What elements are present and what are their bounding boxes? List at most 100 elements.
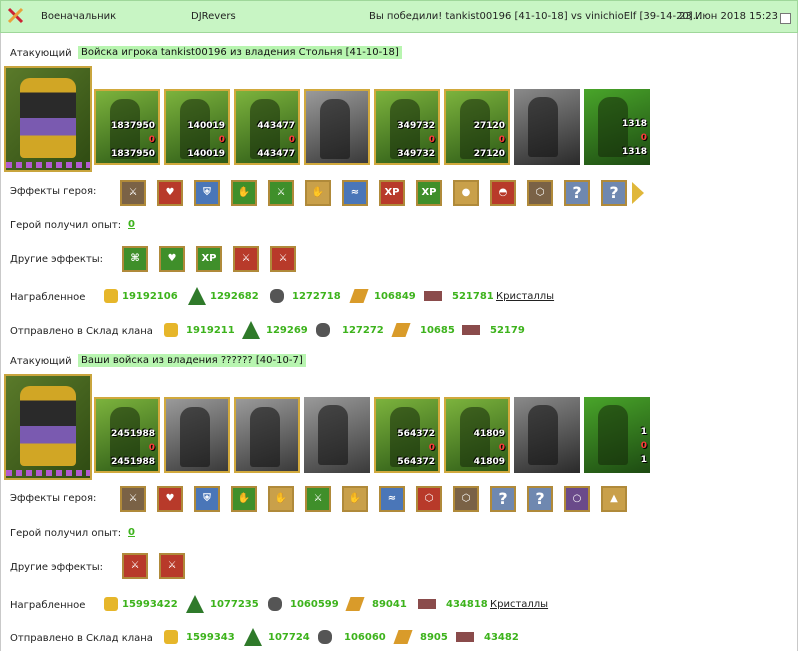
griffin-unit-icon: [320, 99, 350, 159]
effect-10[interactable]: ⬡: [453, 486, 479, 512]
other-effect-2[interactable]: ⚔: [159, 553, 185, 579]
other-effect-2[interactable]: ♥: [159, 246, 185, 272]
shield-icon: ⛨: [203, 187, 211, 198]
unit-loss: 0: [218, 135, 225, 145]
effect-13[interactable]: ?: [564, 180, 590, 206]
gold-icon: [164, 630, 178, 644]
reward-label: Награбленное: [10, 292, 86, 303]
effect-6[interactable]: ✋: [305, 180, 331, 206]
armor-icon: ⬡: [461, 493, 471, 504]
effect-9[interactable]: ⬡: [416, 486, 442, 512]
battle-result: Вы победили! tankist00196 [41-10-18] vs …: [369, 11, 703, 22]
report-header: Военачальник DJRevers Вы победили! tanki…: [0, 0, 798, 33]
effect-4[interactable]: ✋: [231, 180, 257, 206]
unit-slot-5[interactable]: 349732 0 349732: [374, 89, 440, 165]
dark-knight-unit-icon: [528, 97, 558, 157]
dark-elf-unit-icon: [250, 407, 280, 467]
unit-loss: 0: [640, 133, 647, 143]
effect-6[interactable]: ⚔: [305, 486, 331, 512]
player-name[interactable]: DJRevers: [191, 11, 236, 22]
effect-3[interactable]: ⛨: [194, 180, 220, 206]
effect-5[interactable]: ⚔: [268, 180, 294, 206]
exp-value[interactable]: 0: [128, 219, 135, 230]
hero-portrait[interactable]: [4, 374, 92, 480]
exp-value[interactable]: 0: [128, 527, 135, 538]
hero-effects-label: Эффекты героя:: [10, 493, 97, 504]
unit-slot-8[interactable]: 1 0 1: [584, 397, 650, 473]
unit-slot-2[interactable]: 140019 0 140019: [164, 89, 230, 165]
gold-icon: [104, 597, 118, 611]
hero-effects-label: Эффекты героя:: [10, 186, 97, 197]
effect-12[interactable]: ?: [527, 486, 553, 512]
other-effect-1[interactable]: ⚔: [122, 553, 148, 579]
effect-5[interactable]: ✋: [268, 486, 294, 512]
handshake-icon: ✋: [311, 187, 325, 198]
other-effect-1[interactable]: ⌘: [122, 246, 148, 272]
effect-8[interactable]: ≈: [379, 486, 405, 512]
crystals-link[interactable]: Кристаллы: [496, 291, 554, 302]
crystals-link[interactable]: Кристаллы: [490, 599, 548, 610]
unit-slot-6[interactable]: 41809 0 41809: [444, 397, 510, 473]
effect-13[interactable]: ○: [564, 486, 590, 512]
effect-1[interactable]: ⚔: [120, 486, 146, 512]
unit-loss: 0: [288, 135, 295, 145]
unit-slot-5[interactable]: 564372 0 564372: [374, 397, 440, 473]
effect-2[interactable]: ♥: [157, 486, 183, 512]
effect-7[interactable]: ≈: [342, 180, 368, 206]
reward-wood: 1292682: [210, 291, 259, 302]
effect-14[interactable]: ?: [601, 180, 627, 206]
reward-food: 106849: [374, 291, 416, 302]
unit-slot-6[interactable]: 27120 0 27120: [444, 89, 510, 165]
sword-icon: ⚔: [130, 560, 140, 571]
sent-label: Отправлено в Склад клана: [10, 633, 153, 644]
arrow-right-icon[interactable]: [632, 182, 644, 204]
handshake-icon: ✋: [237, 493, 251, 504]
heart-icon: ♥: [165, 493, 175, 504]
unit-slot-3[interactable]: 443477 0 443477: [234, 89, 300, 165]
hero-figure: [20, 78, 76, 158]
effect-3[interactable]: ⛨: [194, 486, 220, 512]
effect-10[interactable]: ●: [453, 180, 479, 206]
effect-1[interactable]: ⚔: [120, 180, 146, 206]
unit-slot-1[interactable]: 1837950 0 1837950: [94, 89, 160, 165]
effect-7[interactable]: ✋: [342, 486, 368, 512]
other-effect-5[interactable]: ⚔: [270, 246, 296, 272]
effect-14[interactable]: ▲: [601, 486, 627, 512]
effect-2[interactable]: ♥: [157, 180, 183, 206]
unit-slot-2[interactable]: [164, 397, 230, 473]
effect-11[interactable]: ?: [490, 486, 516, 512]
unit-slot-3[interactable]: [234, 397, 300, 473]
gold-icon: [104, 289, 118, 303]
unit-remaining: 2451988: [111, 457, 155, 467]
stone-icon: [318, 630, 332, 644]
hero-portrait[interactable]: [4, 66, 92, 172]
select-checkbox[interactable]: [780, 13, 791, 24]
effect-11[interactable]: ◓: [490, 180, 516, 206]
other-effect-4[interactable]: ⚔: [233, 246, 259, 272]
unit-count: 1318: [621, 119, 647, 129]
effect-4[interactable]: ✋: [231, 486, 257, 512]
iron-icon: [424, 291, 442, 301]
unit-slot-1[interactable]: 2451988 0 2451988: [94, 397, 160, 473]
unit-slot-7[interactable]: [514, 89, 580, 165]
reward-gold: 19192106: [122, 291, 178, 302]
unit-remaining: 27120: [473, 149, 505, 159]
effect-12[interactable]: ⬡: [527, 180, 553, 206]
attacker-description: Ваши войска из владения ?????? [40-10-7]: [78, 354, 306, 367]
unit-slot-7[interactable]: [514, 397, 580, 473]
iron-icon: [418, 599, 436, 609]
sword-icon: ⚔: [167, 560, 177, 571]
other-effects-label: Другие эффекты:: [10, 254, 104, 265]
effect-9[interactable]: XP: [416, 180, 442, 206]
effect-8[interactable]: XP: [379, 180, 405, 206]
sent-wood: 129269: [266, 325, 308, 336]
unit-slot-8[interactable]: 1318 0 1318: [584, 89, 650, 165]
unit-slot-4[interactable]: [304, 89, 370, 165]
unit-slot-4[interactable]: [304, 397, 370, 473]
other-effect-3[interactable]: XP: [196, 246, 222, 272]
reward-food: 89041: [372, 599, 407, 610]
handshake-icon: ✋: [348, 493, 362, 504]
griffin-unit-icon: [318, 405, 348, 465]
unit-loss: 0: [640, 441, 647, 451]
unit-remaining: 443477: [257, 149, 295, 159]
